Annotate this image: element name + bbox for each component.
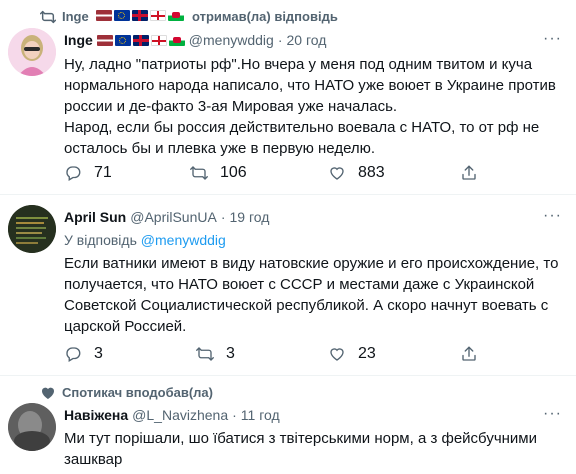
retweet-button[interactable]: 106: [190, 164, 247, 182]
england-flag-icon: [150, 10, 167, 21]
like-icon: [330, 167, 344, 180]
more-icon[interactable]: ···: [543, 405, 562, 423]
tweet-text: Если ватники имеют в виду натовские оруж…: [64, 255, 559, 335]
uk-flag-icon: [132, 34, 149, 46]
wales-flag-icon: [168, 34, 185, 46]
more-icon[interactable]: ···: [543, 207, 562, 225]
retweet-icon: [39, 9, 57, 28]
separator-dot: ·: [232, 407, 237, 423]
share-button[interactable]: [460, 164, 478, 182]
timestamp[interactable]: 11 год: [241, 407, 280, 423]
retweet-button[interactable]: 3: [196, 345, 235, 363]
display-name[interactable]: Inge: [64, 32, 93, 48]
share-icon: [462, 165, 476, 180]
heart-icon: [40, 385, 56, 404]
tweet-text: Ми тут порішали, шо їбатися з твітерськи…: [64, 430, 537, 468]
tweet-text: Ну, ладно "патриоты рф".Но вчера у меня …: [64, 56, 556, 157]
retweet-count: 3: [226, 345, 235, 362]
context-action: отримав(ла) відповідь: [191, 9, 338, 24]
eu-flag-icon: [114, 34, 131, 46]
uk-flag-icon: [132, 10, 149, 21]
flag-emojis: [96, 34, 185, 46]
reply-count: 71: [94, 164, 112, 181]
like-count: 23: [358, 345, 376, 362]
retweet-action-icon: [190, 166, 208, 180]
retweet-action-icon: [196, 347, 214, 361]
share-icon: [462, 346, 476, 361]
eu-flag-icon: [114, 10, 131, 21]
more-icon[interactable]: ···: [543, 30, 562, 48]
latvia-flag-icon: [96, 10, 113, 21]
display-name[interactable]: April Sun: [64, 209, 126, 225]
like-icon: [330, 348, 344, 361]
like-context: Спотикач вподобав(ла): [0, 384, 576, 402]
reply-icon: [66, 347, 81, 362]
user-handle[interactable]: @AprilSunUA: [130, 209, 217, 225]
avatar[interactable]: [8, 205, 56, 253]
timestamp[interactable]: 20 год: [286, 32, 326, 48]
england-flag-icon: [150, 34, 167, 46]
context-username[interactable]: Inge: [62, 9, 89, 24]
latvia-flag-icon: [96, 34, 113, 46]
tweet-header: April Sun @AprilSunUA · 19 год: [64, 209, 269, 225]
divider: [0, 194, 576, 195]
user-handle[interactable]: @menywddig: [189, 32, 274, 48]
reply-to-handle[interactable]: @menywddig: [141, 232, 226, 248]
user-handle[interactable]: @L_Navizhena: [132, 407, 228, 423]
display-name[interactable]: Навіжена: [64, 407, 128, 423]
reply-count: 3: [94, 345, 103, 362]
context-text[interactable]: Спотикач вподобав(ла): [62, 385, 213, 400]
tweet-header: Навіжена @L_Navizhena · 11 год: [64, 407, 280, 423]
replying-to: У відповідь @menywddig: [64, 232, 226, 248]
like-count: 883: [358, 164, 385, 181]
like-button[interactable]: 883: [328, 164, 385, 182]
separator-dot: ·: [277, 32, 283, 48]
separator-dot: ·: [220, 209, 226, 225]
retweet-count: 106: [220, 164, 247, 181]
retweet-context: Inge отримав(ла) відповідь: [0, 8, 576, 26]
flag-emojis: [96, 10, 185, 21]
wales-flag-icon: [168, 10, 185, 21]
reply-prefix: У відповідь: [64, 232, 137, 248]
like-button[interactable]: 23: [328, 345, 376, 363]
tweet-header: Inge @menywddig · 20 год: [64, 32, 326, 48]
reply-button[interactable]: 3: [64, 345, 103, 363]
timestamp[interactable]: 19 год: [229, 209, 269, 225]
share-button[interactable]: [460, 345, 478, 363]
divider: [0, 375, 576, 376]
reply-icon: [66, 166, 81, 181]
reply-button[interactable]: 71: [64, 164, 112, 182]
avatar[interactable]: [8, 403, 56, 451]
avatar[interactable]: [8, 28, 56, 76]
